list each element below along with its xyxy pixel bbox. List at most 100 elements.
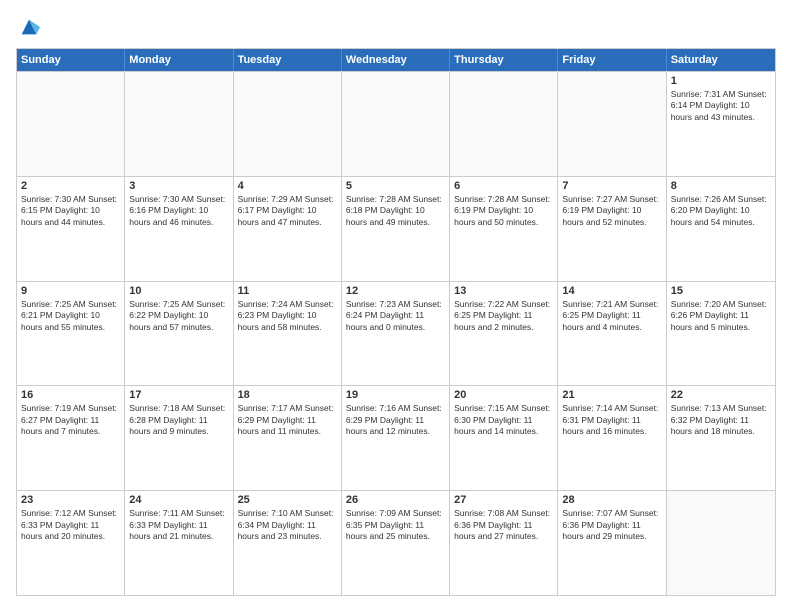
day-number: 17	[129, 389, 228, 401]
day-number: 3	[129, 180, 228, 192]
day-info: Sunrise: 7:21 AM Sunset: 6:25 PM Dayligh…	[562, 299, 661, 333]
day-number: 28	[562, 494, 661, 506]
calendar-cell: 9Sunrise: 7:25 AM Sunset: 6:21 PM Daylig…	[17, 282, 125, 386]
calendar-cell: 7 Sunrise: 7:27 AM Sunset: 6:19 PM Daylig…	[558, 177, 666, 281]
day-info: Sunrise: 7:25 AM Sunset: 6:22 PM Dayligh…	[129, 299, 228, 333]
calendar-week-1: 2 Sunrise: 7:30 AM Sunset: 6:15 PM Daylig…	[17, 176, 775, 281]
calendar-cell: 18 Sunrise: 7:17 AM Sunset: 6:29 PM Dayli…	[234, 386, 342, 490]
calendar-week-0: 1 Sunrise: 7:31 AM Sunset: 6:14 PM Daylig…	[17, 71, 775, 176]
day-info: Sunrise: 7:11 AM Sunset: 6:33 PM Dayligh…	[129, 508, 228, 542]
day-info: Sunrise: 7:28 AM Sunset: 6:19 PM Dayligh…	[454, 194, 553, 228]
day-number: 27	[454, 494, 553, 506]
day-info: Sunrise: 7:13 AM Sunset: 6:32 PM Dayligh…	[671, 403, 771, 437]
day-info: Sunrise: 7:24 AM Sunset: 6:23 PM Dayligh…	[238, 299, 337, 333]
header-friday: Friday	[558, 49, 666, 71]
calendar-week-2: 9Sunrise: 7:25 AM Sunset: 6:21 PM Daylig…	[17, 281, 775, 386]
day-number: 24	[129, 494, 228, 506]
calendar-cell: 2 Sunrise: 7:30 AM Sunset: 6:15 PM Daylig…	[17, 177, 125, 281]
calendar-cell: 28 Sunrise: 7:07 AM Sunset: 6:36 PM Dayli…	[558, 491, 666, 595]
day-info: Sunrise: 7:31 AM Sunset: 6:14 PM Dayligh…	[671, 89, 771, 123]
day-info: Sunrise: 7:19 AM Sunset: 6:27 PM Dayligh…	[21, 403, 120, 437]
header-saturday: Saturday	[667, 49, 775, 71]
day-number: 22	[671, 389, 771, 401]
day-info: Sunrise: 7:18 AM Sunset: 6:28 PM Dayligh…	[129, 403, 228, 437]
day-number: 14	[562, 285, 661, 297]
day-info: Sunrise: 7:15 AM Sunset: 6:30 PM Dayligh…	[454, 403, 553, 437]
calendar-cell: 3 Sunrise: 7:30 AM Sunset: 6:16 PM Daylig…	[125, 177, 233, 281]
calendar-week-3: 16 Sunrise: 7:19 AM Sunset: 6:27 PM Dayli…	[17, 385, 775, 490]
day-info: Sunrise: 7:16 AM Sunset: 6:29 PM Dayligh…	[346, 403, 445, 437]
header-sunday: Sunday	[17, 49, 125, 71]
calendar-cell	[234, 72, 342, 176]
day-number: 6	[454, 180, 553, 192]
day-number: 13	[454, 285, 553, 297]
day-number: 23	[21, 494, 120, 506]
calendar-cell	[342, 72, 450, 176]
logo	[16, 16, 40, 38]
logo-icon	[18, 16, 40, 38]
calendar-cell: 5 Sunrise: 7:28 AM Sunset: 6:18 PM Daylig…	[342, 177, 450, 281]
calendar: Sunday Monday Tuesday Wednesday Thursday…	[16, 48, 776, 596]
calendar-cell: 1 Sunrise: 7:31 AM Sunset: 6:14 PM Daylig…	[667, 72, 775, 176]
day-number: 15	[671, 285, 771, 297]
calendar-body: 1 Sunrise: 7:31 AM Sunset: 6:14 PM Daylig…	[17, 71, 775, 595]
day-number: 21	[562, 389, 661, 401]
day-number: 2	[21, 180, 120, 192]
day-info: Sunrise: 7:07 AM Sunset: 6:36 PM Dayligh…	[562, 508, 661, 542]
calendar-cell: 4 Sunrise: 7:29 AM Sunset: 6:17 PM Daylig…	[234, 177, 342, 281]
day-number: 5	[346, 180, 445, 192]
day-number: 1	[671, 75, 771, 87]
day-info: Sunrise: 7:08 AM Sunset: 6:36 PM Dayligh…	[454, 508, 553, 542]
header-thursday: Thursday	[450, 49, 558, 71]
day-number: 19	[346, 389, 445, 401]
day-info: Sunrise: 7:28 AM Sunset: 6:18 PM Dayligh…	[346, 194, 445, 228]
day-number: 10	[129, 285, 228, 297]
day-number: 8	[671, 180, 771, 192]
day-info: Sunrise: 7:20 AM Sunset: 6:26 PM Dayligh…	[671, 299, 771, 333]
header-wednesday: Wednesday	[342, 49, 450, 71]
day-info: Sunrise: 7:22 AM Sunset: 6:25 PM Dayligh…	[454, 299, 553, 333]
day-number: 7	[562, 180, 661, 192]
calendar-cell: 11 Sunrise: 7:24 AM Sunset: 6:23 PM Dayli…	[234, 282, 342, 386]
calendar-cell: 10 Sunrise: 7:25 AM Sunset: 6:22 PM Dayli…	[125, 282, 233, 386]
calendar-header: Sunday Monday Tuesday Wednesday Thursday…	[17, 49, 775, 71]
calendar-cell	[558, 72, 666, 176]
day-number: 26	[346, 494, 445, 506]
logo-text	[16, 16, 40, 38]
day-info: Sunrise: 7:30 AM Sunset: 6:15 PM Dayligh…	[21, 194, 120, 228]
calendar-cell: 15 Sunrise: 7:20 AM Sunset: 6:26 PM Dayli…	[667, 282, 775, 386]
calendar-cell: 26Sunrise: 7:09 AM Sunset: 6:35 PM Dayli…	[342, 491, 450, 595]
day-info: Sunrise: 7:17 AM Sunset: 6:29 PM Dayligh…	[238, 403, 337, 437]
day-info: Sunrise: 7:25 AM Sunset: 6:21 PM Dayligh…	[21, 299, 120, 333]
day-number: 18	[238, 389, 337, 401]
calendar-cell: 19 Sunrise: 7:16 AM Sunset: 6:29 PM Dayli…	[342, 386, 450, 490]
day-info: Sunrise: 7:14 AM Sunset: 6:31 PM Dayligh…	[562, 403, 661, 437]
calendar-cell: 13 Sunrise: 7:22 AM Sunset: 6:25 PM Dayli…	[450, 282, 558, 386]
calendar-cell: 24 Sunrise: 7:11 AM Sunset: 6:33 PM Dayli…	[125, 491, 233, 595]
day-number: 25	[238, 494, 337, 506]
day-info: Sunrise: 7:30 AM Sunset: 6:16 PM Dayligh…	[129, 194, 228, 228]
calendar-cell: 6 Sunrise: 7:28 AM Sunset: 6:19 PM Daylig…	[450, 177, 558, 281]
page: Sunday Monday Tuesday Wednesday Thursday…	[0, 0, 792, 612]
day-number: 4	[238, 180, 337, 192]
day-info: Sunrise: 7:29 AM Sunset: 6:17 PM Dayligh…	[238, 194, 337, 228]
header-monday: Monday	[125, 49, 233, 71]
calendar-cell: 25 Sunrise: 7:10 AM Sunset: 6:34 PM Dayli…	[234, 491, 342, 595]
calendar-cell: 8 Sunrise: 7:26 AM Sunset: 6:20 PM Daylig…	[667, 177, 775, 281]
calendar-cell: 14 Sunrise: 7:21 AM Sunset: 6:25 PM Dayli…	[558, 282, 666, 386]
day-info: Sunrise: 7:10 AM Sunset: 6:34 PM Dayligh…	[238, 508, 337, 542]
day-number: 16	[21, 389, 120, 401]
calendar-cell: 21 Sunrise: 7:14 AM Sunset: 6:31 PM Dayli…	[558, 386, 666, 490]
calendar-cell: 22 Sunrise: 7:13 AM Sunset: 6:32 PM Dayli…	[667, 386, 775, 490]
day-info: Sunrise: 7:23 AM Sunset: 6:24 PM Dayligh…	[346, 299, 445, 333]
day-number: 20	[454, 389, 553, 401]
day-info: Sunrise: 7:27 AM Sunset: 6:19 PM Dayligh…	[562, 194, 661, 228]
calendar-cell: 27 Sunrise: 7:08 AM Sunset: 6:36 PM Dayli…	[450, 491, 558, 595]
calendar-cell: 23Sunrise: 7:12 AM Sunset: 6:33 PM Dayli…	[17, 491, 125, 595]
day-number: 11	[238, 285, 337, 297]
calendar-cell: 12Sunrise: 7:23 AM Sunset: 6:24 PM Dayli…	[342, 282, 450, 386]
day-info: Sunrise: 7:26 AM Sunset: 6:20 PM Dayligh…	[671, 194, 771, 228]
calendar-cell: 16 Sunrise: 7:19 AM Sunset: 6:27 PM Dayli…	[17, 386, 125, 490]
calendar-cell	[450, 72, 558, 176]
header-tuesday: Tuesday	[234, 49, 342, 71]
